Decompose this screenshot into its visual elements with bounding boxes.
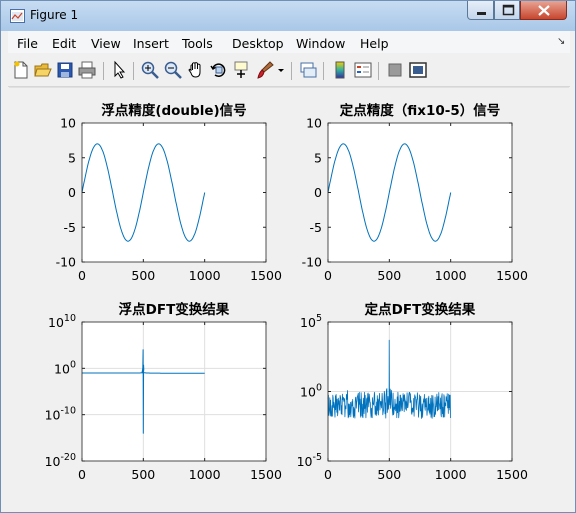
subplot-title: 浮点DFT变换结果 <box>119 301 230 318</box>
x-tick-label: 500 <box>131 268 155 283</box>
y-tick-label: 100 <box>300 383 322 400</box>
save-icon[interactable] <box>55 60 75 80</box>
matlab-figure-icon <box>10 9 25 23</box>
maximize-icon <box>502 4 515 16</box>
y-tick-label: 10-10 <box>45 406 76 423</box>
y-tick-label: 0 <box>314 185 322 200</box>
x-tick-label: 500 <box>377 467 401 482</box>
figure-canvas[interactable]: 0 500 1000 1500 10 5 0 -5 -10 浮点精度(double)信号 0 500 1… <box>9 87 569 506</box>
y-tick-label: 10-20 <box>45 452 76 469</box>
subplot-title: 浮点精度(double)信号 <box>101 102 246 119</box>
data-cursor-icon[interactable] <box>232 60 252 80</box>
minimize-button[interactable] <box>467 1 494 20</box>
menu-file[interactable]: File <box>17 36 38 51</box>
show-plot-tools-icon[interactable] <box>408 60 428 80</box>
new-figure-icon[interactable] <box>11 60 31 80</box>
x-tick-label: 500 <box>131 467 155 482</box>
maximize-button[interactable] <box>494 1 520 20</box>
figure-toolbar <box>8 56 570 87</box>
subplot-2: 0 500 1000 1500 10 5 0 -5 -10 定点精度（fix10-5）信号 <box>302 102 528 283</box>
y-tick-label: 10 <box>306 116 322 131</box>
x-tick-label: 500 <box>377 268 401 283</box>
y-tick-label: -10 <box>302 255 322 270</box>
pan-hand-icon[interactable] <box>186 60 206 80</box>
x-tick-label: 1500 <box>496 467 528 482</box>
y-tick-label: 105 <box>300 313 322 330</box>
plots-svg: 0 500 1000 15001050-5-10浮点精度(double)信号0 500 1… <box>45 102 528 482</box>
subplot-3: 0 500 1000 1500 1010 100 10-10 10-20 浮点DFT变换结果 <box>45 301 282 482</box>
close-button[interactable] <box>520 1 567 20</box>
menu-window[interactable]: Window <box>296 36 345 51</box>
x-tick-label: 0 <box>324 467 332 482</box>
window-title: Figure 1 <box>30 8 79 22</box>
x-tick-label: 0 <box>324 268 332 283</box>
subplot-title: 定点精度（fix10-5）信号 <box>340 102 501 119</box>
toolbar-separator <box>133 62 134 80</box>
y-tick-label: -10 <box>56 255 76 270</box>
y-tick-label: 5 <box>68 150 76 165</box>
insert-legend-icon[interactable] <box>353 60 373 80</box>
menu-view[interactable]: View <box>91 36 121 51</box>
dock-arrow-icon[interactable]: ↘ <box>557 36 565 47</box>
zoom-out-icon[interactable] <box>163 60 183 80</box>
x-tick-label: 1500 <box>496 268 528 283</box>
subplot-1: 0 500 1000 1500 10 5 0 -5 -10 浮点精度(double)信号 <box>56 102 282 283</box>
brush-icon[interactable] <box>255 60 275 80</box>
toolbar-separator <box>378 62 379 80</box>
edit-plot-arrow-icon[interactable] <box>109 60 129 80</box>
y-tick-label: 10-5 <box>297 452 322 469</box>
x-tick-label: 1000 <box>189 467 221 482</box>
y-tick-label: 5 <box>314 150 322 165</box>
link-plot-icon[interactable] <box>298 60 318 80</box>
x-tick-label: 1000 <box>189 268 221 283</box>
menu-edit[interactable]: Edit <box>52 36 76 51</box>
toolbar-separator <box>323 62 324 80</box>
menu-help[interactable]: Help <box>360 36 389 51</box>
menu-insert[interactable]: Insert <box>133 36 169 51</box>
x-tick-label: 1500 <box>250 268 282 283</box>
toolbar-separator <box>291 62 292 80</box>
subplot-4: 0 500 1000 1500 105 100 10-5 定点DFT变换结果 <box>297 301 528 482</box>
insert-colorbar-icon[interactable] <box>330 60 350 80</box>
x-tick-label: 0 <box>78 467 86 482</box>
close-icon <box>538 5 550 16</box>
x-tick-label: 0 <box>78 268 86 283</box>
y-tick-label: 10 <box>60 116 76 131</box>
toolbar-separator <box>103 62 104 80</box>
zoom-in-icon[interactable] <box>140 60 160 80</box>
x-tick-label: 1500 <box>250 467 282 482</box>
rotate-3d-icon[interactable] <box>209 60 229 80</box>
axes-background <box>82 322 266 461</box>
menu-desktop[interactable]: Desktop <box>232 36 284 51</box>
y-tick-label: -5 <box>310 220 322 235</box>
menu-bar: File Edit View Insert Tools Desktop Wind… <box>8 31 570 53</box>
brush-dropdown-icon[interactable] <box>276 60 286 80</box>
y-tick-label: 100 <box>54 359 76 376</box>
x-tick-label: 1000 <box>435 268 467 283</box>
y-tick-label: -5 <box>64 220 76 235</box>
y-tick-label: 1010 <box>48 313 76 330</box>
subplot-title: 定点DFT变换结果 <box>365 301 476 318</box>
open-file-icon[interactable] <box>33 60 53 80</box>
print-icon[interactable] <box>77 60 97 80</box>
title-bar[interactable]: Figure 1 <box>1 1 575 31</box>
x-tick-label: 1000 <box>435 467 467 482</box>
hide-plot-tools-icon[interactable] <box>385 60 405 80</box>
minimize-icon <box>477 12 486 15</box>
menu-tools[interactable]: Tools <box>182 36 213 51</box>
y-tick-label: 0 <box>68 185 76 200</box>
figure-window: Figure 1 File Edit View Insert Tools Des… <box>0 0 576 513</box>
